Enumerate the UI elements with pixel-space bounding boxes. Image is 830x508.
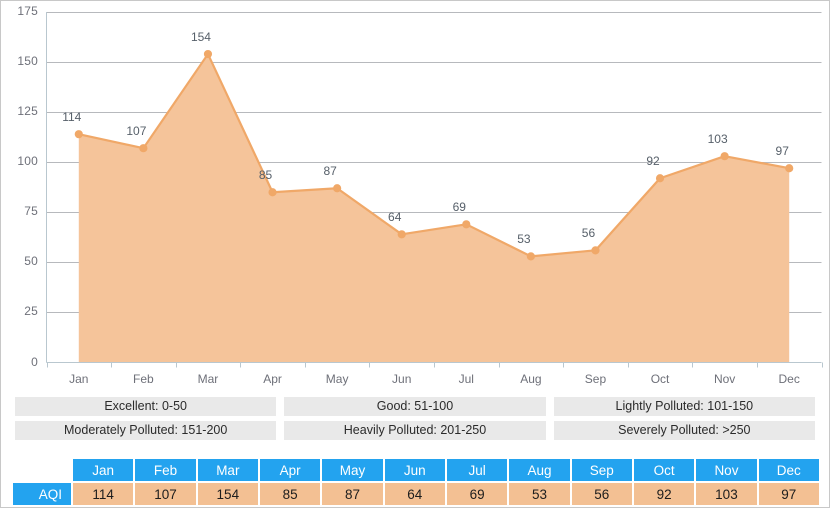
data-point[interactable] [333, 184, 342, 193]
table-row-label: AQI [13, 483, 71, 505]
data-point[interactable] [720, 152, 729, 161]
data-point-label: 92 [646, 154, 660, 169]
data-point[interactable] [397, 230, 406, 239]
y-axis-tick-label: 0 [31, 354, 38, 369]
table-corner-cell [13, 459, 71, 481]
x-axis-tick-label: Jan [69, 371, 89, 386]
x-axis-tick-label: Mar [197, 371, 219, 386]
table-value-cell: 56 [571, 483, 632, 505]
y-axis-tick-label: 125 [17, 104, 38, 119]
data-point-label: 53 [517, 232, 531, 247]
data-point-label: 56 [581, 226, 596, 241]
table-value-cell: 85 [259, 483, 321, 505]
data-point-label: 103 [707, 132, 728, 147]
table-column-header[interactable]: Jun [384, 459, 445, 481]
legend-item-label: Excellent: 0-50 [15, 397, 277, 416]
legend-item-label: Lightly Polluted: 101-150 [553, 397, 815, 416]
table-value-cell: 114 [73, 483, 134, 505]
data-point[interactable] [462, 220, 471, 229]
x-axis-tick-label: Dec [778, 371, 800, 386]
y-axis-tick-label: 75 [24, 204, 38, 219]
aqi-data-table: Jan Feb Mar Apr May Jun Jul Aug Sep Oct Nov Dec AQI… [11, 457, 821, 507]
y-axis-tick-label: 50 [24, 254, 38, 269]
y-axis-tick-label: 175 [17, 4, 38, 18]
area-fill [78, 54, 790, 363]
legend-item[interactable]: Lightly Polluted: 101-150 [550, 397, 819, 421]
data-point[interactable] [526, 252, 535, 261]
table-column-header[interactable]: Feb [135, 459, 196, 481]
data-point-label: 114 [62, 110, 82, 125]
table-value-cell: 69 [446, 483, 508, 505]
table-column-header[interactable]: Mar [197, 459, 258, 481]
x-axis-tick-label: Nov [713, 371, 736, 386]
table-column-header[interactable]: Oct [633, 459, 695, 481]
legend-item-label: Severely Polluted: >250 [553, 421, 815, 440]
data-point[interactable] [785, 164, 794, 173]
table-value-cell: 92 [633, 483, 695, 505]
legend-item[interactable]: Heavily Polluted: 201-250 [280, 421, 549, 445]
data-point[interactable] [655, 174, 665, 183]
x-axis-tick-label: Aug [520, 371, 542, 386]
table-header-row: Jan Feb Mar Apr May Jun Jul Aug Sep Oct Nov Dec [13, 459, 819, 481]
table-value-cell: 53 [509, 483, 570, 505]
table-value-cell: 107 [135, 483, 196, 505]
legend-item-label: Heavily Polluted: 201-250 [284, 421, 546, 440]
table-value-cell: 103 [696, 483, 757, 505]
data-point-label: 69 [452, 200, 466, 215]
data-point[interactable] [268, 188, 277, 197]
table-value-cell: 97 [758, 483, 819, 505]
data-point-label: 154 [190, 30, 211, 45]
table-column-header[interactable]: Sep [571, 459, 632, 481]
table-column-header[interactable]: Dec [758, 459, 819, 481]
y-axis-tick-label: 150 [17, 54, 38, 69]
chart-plot-svg [46, 12, 823, 368]
legend-item-label: Moderately Polluted: 151-200 [15, 421, 277, 440]
x-axis-tick-label: Apr [263, 371, 282, 386]
data-point-label: 107 [126, 124, 147, 139]
aqi-level-legend: Excellent: 0-50 Good: 51-100 Lightly Pollu… [11, 397, 819, 445]
data-point-label: 85 [258, 168, 273, 183]
data-point[interactable] [591, 246, 600, 255]
table-column-header[interactable]: Apr [259, 459, 321, 481]
x-axis-tick-label: Oct [650, 371, 670, 386]
table-row: AQI 114 107 154 85 87 64 69 53 56 92 103 97 [13, 483, 819, 505]
legend-item-label: Good: 51-100 [284, 397, 546, 416]
data-point[interactable] [139, 144, 148, 153]
legend-item[interactable]: Excellent: 0-50 [11, 397, 280, 421]
table-column-header[interactable]: Nov [696, 459, 757, 481]
table-column-header[interactable]: Aug [509, 459, 570, 481]
data-point[interactable] [203, 49, 213, 59]
table-column-header[interactable]: May [322, 459, 383, 481]
aqi-chart-page: 0 25 50 75 100 125 150 175 Jan Feb Mar Apr May Jun Ju… [0, 0, 830, 508]
legend-item[interactable]: Moderately Polluted: 151-200 [11, 421, 280, 445]
table-column-header[interactable]: Jan [73, 459, 134, 481]
table-value-cell: 87 [322, 483, 383, 505]
y-axis-tick-label: 100 [17, 154, 38, 169]
legend-item[interactable]: Severely Polluted: >250 [550, 421, 819, 445]
x-axis-tick-label: May [325, 371, 349, 386]
table-value-cell: 64 [384, 483, 445, 505]
data-point-label: 97 [775, 144, 789, 159]
x-axis-tick-label: Jul [458, 371, 474, 386]
data-point-label: 87 [323, 164, 337, 179]
aqi-area-chart: 0 25 50 75 100 125 150 175 Jan Feb Mar Apr May Jun Ju… [1, 1, 829, 391]
data-point-label: 64 [388, 210, 402, 225]
x-axis-tick-label: Feb [133, 371, 154, 386]
x-axis-tick-label: Jun [392, 371, 412, 386]
y-axis-tick-label: 25 [24, 304, 38, 319]
legend-item[interactable]: Good: 51-100 [280, 397, 549, 421]
table-column-header[interactable]: Jul [446, 459, 508, 481]
data-point[interactable] [74, 130, 83, 139]
x-axis-tick-label: Sep [584, 371, 607, 386]
table-value-cell: 154 [197, 483, 258, 505]
